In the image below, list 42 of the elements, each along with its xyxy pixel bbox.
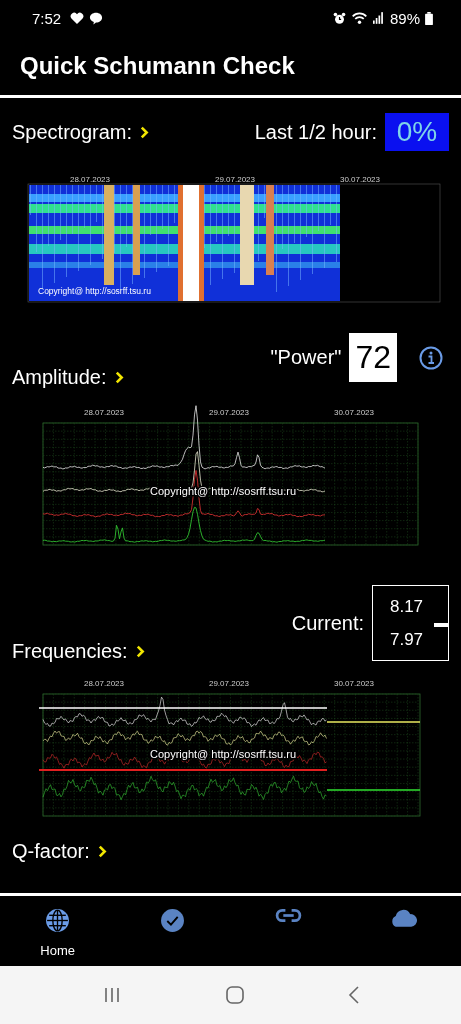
date-label: 28.07.2023 (70, 175, 110, 184)
nav-tab[interactable]: Home (0, 896, 116, 966)
percent-value: 0% (385, 113, 449, 151)
globe-icon (45, 908, 71, 933)
copyright-text: Copyright@ http://sosrff.tsu.ru (150, 748, 297, 760)
power-value: 72 (349, 333, 397, 382)
chevron-icon[interactable] (114, 371, 124, 384)
last-half-hour-label: Last 1/2 hour: (254, 120, 377, 144)
date-label: 29.07.2023 (209, 679, 249, 688)
link-icon (274, 908, 302, 923)
info-icon[interactable] (419, 345, 443, 370)
date-label: 29.07.2023 (215, 175, 255, 184)
section-label: Frequencies: (12, 640, 128, 663)
chevron-icon[interactable] (140, 125, 150, 139)
signal-icon (372, 12, 383, 24)
back-icon[interactable] (347, 985, 360, 1005)
chat-bubble-icon (89, 11, 104, 25)
battery-percent: 89% (389, 9, 420, 27)
copyright-text: Copyright@ http://sosrff.tsu.ru (38, 286, 151, 296)
current-label: Current: (291, 611, 364, 635)
section-label: Q-factor: (12, 840, 90, 863)
power-label: "Power" (270, 346, 342, 369)
battery-icon (425, 11, 433, 25)
checkmark-circle-icon (160, 908, 186, 933)
home-icon[interactable] (224, 985, 245, 1005)
wifi-icon (350, 11, 368, 25)
alarm-icon (332, 11, 346, 25)
frequency-value: 7.97 (389, 629, 424, 650)
section-label: Amplitude: (12, 366, 107, 389)
chevron-icon[interactable] (97, 845, 107, 858)
frequency-value: 8.17 (389, 596, 424, 617)
date-label: 30.07.2023 (334, 408, 374, 417)
heart-icon (70, 12, 85, 24)
chevron-icon[interactable] (135, 645, 145, 658)
date-label: 30.07.2023 (340, 175, 380, 184)
date-label: 29.07.2023 (209, 408, 249, 417)
status-time: 7:52 (32, 9, 62, 27)
date-label: 28.07.2023 (84, 679, 124, 688)
date-label: 30.07.2023 (334, 679, 374, 688)
date-label: 28.07.2023 (84, 408, 124, 417)
section-label: Spectrogram: (12, 120, 133, 144)
app-title: Quick Schumann Check (20, 51, 295, 80)
